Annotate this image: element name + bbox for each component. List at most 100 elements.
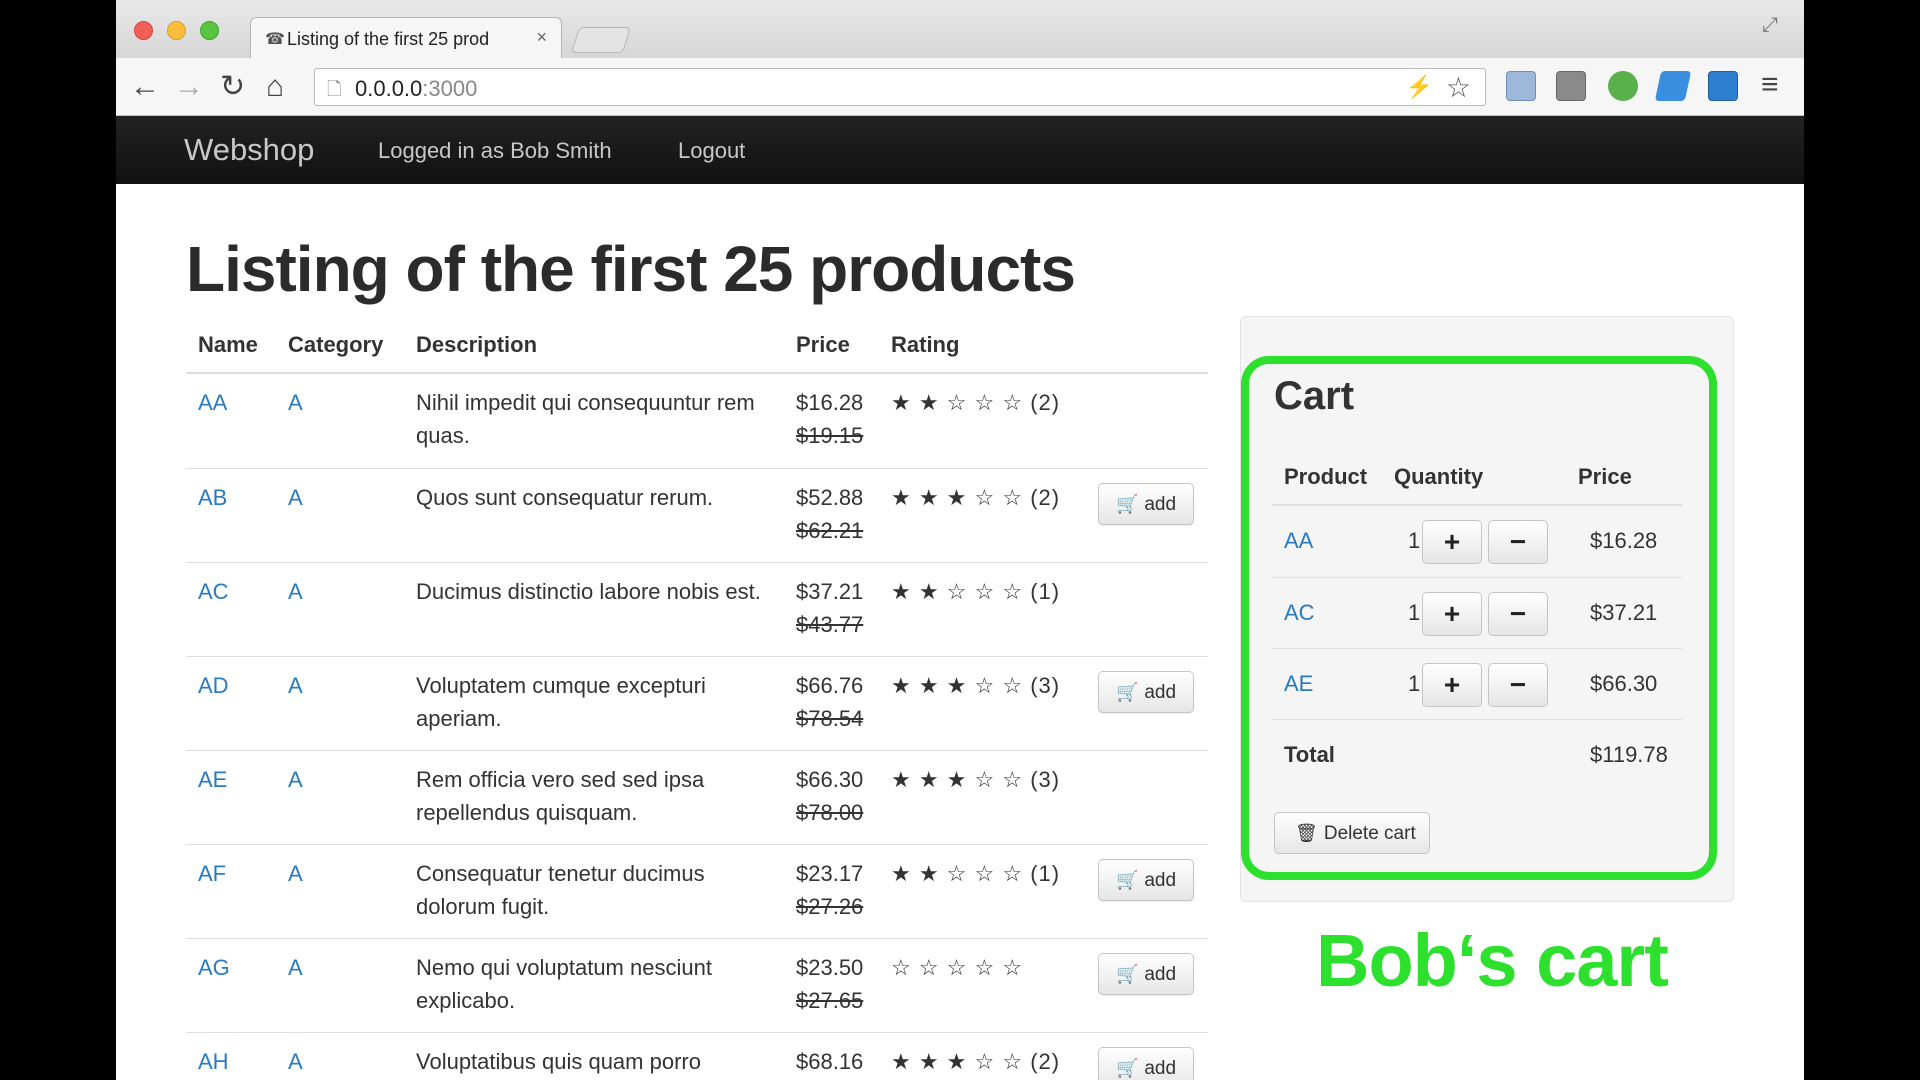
increase-quantity-button[interactable]: + [1422, 663, 1482, 707]
new-tab-button[interactable] [570, 27, 632, 53]
annotation-label: Bob‘s cart [1316, 919, 1669, 1002]
product-category-link[interactable]: A [288, 386, 303, 419]
cart-table: Product Quantity Price AA 1 + − $16.28 AC 1 + − $… [1272, 450, 1682, 787]
rating-count: (3) [1030, 767, 1061, 792]
extension-chart-icon[interactable] [1708, 71, 1738, 101]
add-to-cart-button[interactable]: 🛒 add [1098, 671, 1194, 713]
cart-header-product: Product [1284, 464, 1368, 489]
product-name-link[interactable]: AH [198, 1045, 229, 1078]
address-bar[interactable]: 🗋 0.0.0.0:3000 ⚡ ☆ [314, 68, 1486, 106]
window-minimize-button[interactable] [167, 21, 186, 40]
product-description: Voluptatem cumque excepturi aperiam. [416, 673, 706, 731]
url-host: 0.0.0.0 [355, 76, 423, 101]
browser-tab[interactable]: ☎ Listing of the first 25 prod × [250, 17, 562, 58]
decrease-quantity-button[interactable]: − [1488, 520, 1548, 564]
window-maximize-button[interactable] [200, 21, 219, 40]
delete-cart-button[interactable]: 🗑 Delete cart [1274, 812, 1430, 854]
product-old-price: $78.54 [796, 706, 864, 731]
fullscreen-icon[interactable]: ⤢ [1762, 14, 1778, 37]
decrease-quantity-button[interactable]: − [1488, 592, 1548, 636]
product-name-link[interactable]: AG [198, 951, 230, 984]
increase-quantity-button[interactable]: + [1422, 520, 1482, 564]
product-rating: ☆ ☆ ☆ ☆ ☆ [891, 951, 1023, 984]
delete-cart-label: Delete cart [1323, 823, 1416, 844]
url-text[interactable]: 0.0.0.0:3000 [355, 76, 477, 102]
extension-tag-icon[interactable] [1556, 71, 1586, 101]
product-price-cell: $52.88 $62.21 [796, 481, 863, 547]
logout-link[interactable]: Logout [678, 138, 745, 164]
cart-total-row: Total $119.78 [1272, 719, 1682, 787]
table-row: AF A Consequatur tenetur ducimus dolorum f… [186, 844, 1208, 938]
product-category-link[interactable]: A [288, 857, 303, 890]
add-label: add [1144, 964, 1177, 985]
column-header-description: Description [416, 332, 538, 357]
product-category-link[interactable]: A [288, 763, 303, 796]
cart-table-body: AA 1 + − $16.28 AC 1 + − $37.21 AE 1 + − $66.30 [1272, 506, 1682, 719]
product-name-link[interactable]: AF [198, 857, 226, 890]
column-header-name: Name [198, 332, 258, 357]
column-header-rating: Rating [891, 332, 960, 357]
product-name-link[interactable]: AE [198, 763, 227, 796]
rating-stars: ★ ★ ☆ ☆ ☆ [891, 390, 1024, 415]
cart-icon: 🛒 [1115, 870, 1139, 890]
product-price-cell: $66.30 $78.00 [796, 763, 863, 829]
table-row: AB A Quos sunt consequatur rerum. $52.88 $62… [186, 468, 1208, 562]
back-icon[interactable]: ← [130, 70, 160, 104]
cart-product-link[interactable]: AC [1284, 600, 1315, 626]
rating-count: (2) [1030, 1049, 1061, 1074]
add-to-cart-button[interactable]: 🛒 add [1098, 953, 1194, 995]
brand-link[interactable]: Webshop [184, 132, 314, 168]
cart-quantity: 1 [1408, 600, 1421, 625]
cart-total-value: $119.78 [1590, 742, 1668, 767]
home-icon[interactable]: ⌂ [266, 70, 284, 104]
decrease-quantity-button[interactable]: − [1488, 663, 1548, 707]
add-to-cart-button[interactable]: 🛒 add [1098, 859, 1194, 901]
cart-product-link[interactable]: AE [1284, 671, 1313, 697]
tab-close-icon[interactable]: × [536, 27, 547, 48]
extension-blue-icon[interactable] [1654, 71, 1692, 101]
increase-quantity-button[interactable]: + [1422, 592, 1482, 636]
rating-stars: ☆ ☆ ☆ ☆ ☆ [891, 955, 1024, 980]
logged-in-status[interactable]: Logged in as Bob Smith [378, 138, 612, 164]
bolt-icon[interactable]: ⚡ [1406, 74, 1433, 100]
page-icon: 🗋 [327, 79, 342, 99]
product-price: $52.88 [796, 485, 864, 510]
add-to-cart-button[interactable]: 🛒 add [1098, 1047, 1194, 1080]
window-close-button[interactable] [134, 21, 153, 40]
cart-header-quantity: Quantity [1394, 464, 1484, 489]
product-price-cell: $37.21 $43.77 [796, 575, 863, 641]
product-price-cell: $16.28 $19.15 [796, 386, 863, 452]
table-row: AC A Ducimus distinctio labore nobis est. $… [186, 562, 1208, 656]
extension-green-icon[interactable] [1608, 71, 1638, 101]
product-category-link[interactable]: A [288, 575, 303, 608]
cart-product-link[interactable]: AA [1284, 528, 1313, 554]
product-name-link[interactable]: AB [198, 481, 227, 514]
add-to-cart-button[interactable]: 🛒 add [1098, 483, 1194, 525]
product-rating: ★ ★ ★ ☆ ☆ (3) [891, 763, 1060, 796]
extension-screenshot-icon[interactable] [1506, 71, 1536, 101]
product-old-price: $62.21 [796, 518, 864, 543]
bookmark-star-icon[interactable]: ☆ [1446, 71, 1471, 104]
cart-quantity: 1 [1408, 671, 1421, 696]
product-name-link[interactable]: AD [198, 669, 229, 702]
cart-table-header: Product Quantity Price [1272, 450, 1682, 506]
rating-count: (3) [1030, 673, 1061, 698]
product-name-link[interactable]: AC [198, 575, 229, 608]
product-name-link[interactable]: AA [198, 386, 227, 419]
reload-icon[interactable]: ↻ [220, 70, 245, 104]
rating-stars: ★ ★ ★ ☆ ☆ [891, 673, 1024, 698]
product-category-link[interactable]: A [288, 481, 303, 514]
table-row: AE A Rem officia vero sed sed ipsa repelle… [186, 750, 1208, 844]
cart-header-price: Price [1578, 464, 1632, 489]
products-table-header: Name Category Description Price Rating [186, 320, 1208, 374]
tab-title: Listing of the first 25 prod [287, 29, 490, 49]
rating-count: (2) [1030, 485, 1061, 510]
product-description: Nihil impedit qui consequuntur rem quas. [416, 390, 755, 448]
product-category-link[interactable]: A [288, 951, 303, 984]
product-rating: ★ ★ ☆ ☆ ☆ (1) [891, 575, 1060, 608]
product-category-link[interactable]: A [288, 1045, 303, 1078]
browser-menu-icon[interactable]: ≡ [1761, 68, 1779, 102]
forward-icon[interactable]: → [174, 70, 204, 104]
table-row: AH A Voluptatibus quis quam porro $68.16 ★ ★… [186, 1032, 1208, 1080]
product-category-link[interactable]: A [288, 669, 303, 702]
